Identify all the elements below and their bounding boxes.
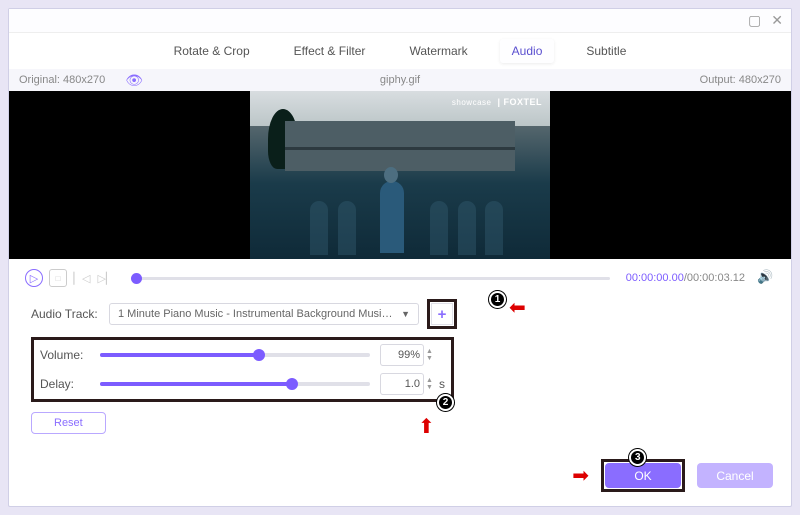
- volume-label: Volume:: [40, 348, 100, 362]
- tab-subtitle[interactable]: Subtitle: [574, 39, 638, 63]
- delay-value-field[interactable]: 1.0: [380, 373, 424, 395]
- filename-label: giphy.gif: [380, 74, 420, 86]
- tab-bar: Rotate & Crop Effect & Filter Watermark …: [9, 33, 791, 69]
- close-icon[interactable]: ✕: [771, 12, 783, 29]
- tab-audio[interactable]: Audio: [500, 39, 555, 63]
- ok-button[interactable]: OK: [605, 463, 681, 488]
- add-audio-track-button[interactable]: +: [431, 303, 453, 325]
- video-watermark: showcase | FOXTEL: [452, 97, 542, 107]
- reset-button[interactable]: Reset: [31, 412, 106, 434]
- app-window: ▢ ✕ Rotate & Crop Effect & Filter Waterm…: [8, 8, 792, 507]
- video-frame: showcase | FOXTEL: [250, 91, 550, 259]
- annotation-box-1: +: [427, 299, 457, 329]
- delay-unit-label: s: [439, 377, 445, 391]
- player-controls: ▷ □ ▏◁ ▷▏ 00:00:00.00/00:00:03.12 🔊: [9, 259, 791, 295]
- delay-slider[interactable]: [100, 382, 370, 386]
- video-preview-area: showcase | FOXTEL: [9, 91, 791, 259]
- delay-step-up[interactable]: ▲: [426, 377, 433, 384]
- timecode: 00:00:00.00/00:00:03.12: [626, 272, 745, 284]
- playhead[interactable]: [131, 273, 142, 284]
- output-dimensions-label: Output: 480x270: [700, 74, 781, 86]
- volume-slider[interactable]: [100, 353, 370, 357]
- play-icon[interactable]: ▷: [25, 269, 43, 287]
- volume-step-up[interactable]: ▲: [426, 348, 433, 355]
- audio-track-select[interactable]: 1 Minute Piano Music - Instrumental Back…: [109, 303, 419, 325]
- volume-step-down[interactable]: ▼: [426, 355, 433, 362]
- stop-icon[interactable]: □: [49, 269, 67, 287]
- prev-frame-icon[interactable]: ▏◁: [73, 269, 91, 287]
- chevron-down-icon: ▼: [401, 309, 410, 319]
- speaker-icon[interactable]: 🔊: [757, 269, 775, 287]
- volume-value-field[interactable]: 99%: [380, 344, 424, 366]
- playback-timeline[interactable]: [131, 277, 610, 280]
- delay-thumb[interactable]: [286, 378, 298, 390]
- audio-panel: Audio Track: 1 Minute Piano Music - Inst…: [9, 295, 791, 434]
- delay-step-down[interactable]: ▼: [426, 384, 433, 391]
- dialog-footer: 3 ➡ OK Cancel: [543, 459, 773, 492]
- tab-effect-filter[interactable]: Effect & Filter: [282, 39, 378, 63]
- volume-thumb[interactable]: [253, 349, 265, 361]
- titlebar: ▢ ✕: [9, 9, 791, 33]
- annotation-box-2: Volume: 99% ▲ ▼ Delay: 1.0: [31, 337, 454, 402]
- delay-row: Delay: 1.0 ▲ ▼ s: [40, 373, 445, 395]
- tab-watermark[interactable]: Watermark: [397, 39, 479, 63]
- annotation-arrow-1: ⬅: [509, 295, 526, 320]
- tab-rotate-crop[interactable]: Rotate & Crop: [162, 39, 262, 63]
- volume-row: Volume: 99% ▲ ▼: [40, 344, 445, 366]
- annotation-arrow-3: ➡: [572, 463, 589, 488]
- audio-track-row: Audio Track: 1 Minute Piano Music - Inst…: [31, 299, 769, 329]
- visibility-toggle-icon[interactable]: 👁: [125, 72, 143, 89]
- next-frame-icon[interactable]: ▷▏: [97, 269, 115, 287]
- annotation-badge-1: 1: [489, 291, 506, 308]
- audio-track-label: Audio Track:: [31, 307, 109, 321]
- info-bar: Original: 480x270 👁 giphy.gif Output: 48…: [9, 69, 791, 91]
- maximize-icon[interactable]: ▢: [748, 12, 761, 29]
- original-dimensions-label: Original: 480x270: [19, 74, 105, 86]
- cancel-button[interactable]: Cancel: [697, 463, 773, 488]
- delay-label: Delay:: [40, 377, 100, 391]
